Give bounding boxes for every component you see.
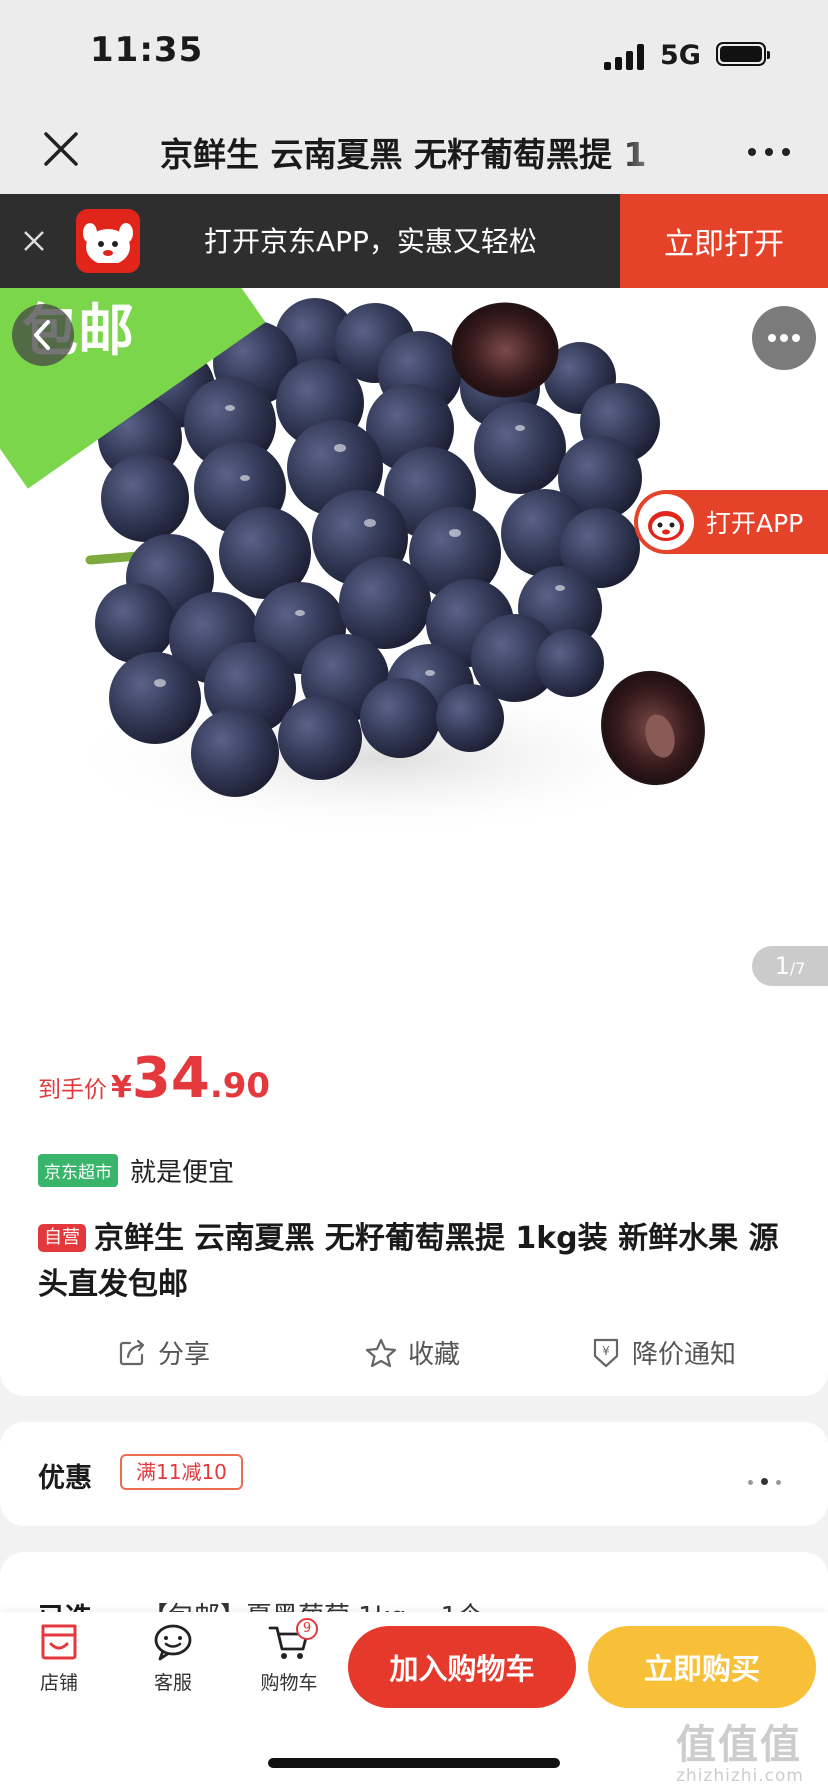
battery-icon	[716, 42, 770, 66]
nav-bar: 京鲜生 云南夏黑 无籽葡萄黑提 1	[0, 108, 828, 194]
price-decimal: .90	[209, 1066, 271, 1106]
share-button[interactable]: 分享	[116, 1334, 210, 1371]
banner-close-icon[interactable]	[20, 222, 48, 258]
buy-now-button[interactable]: 立即购买	[588, 1626, 816, 1708]
jd-supermarket-badge: 京东超市	[38, 1154, 118, 1187]
favorite-label: 收藏	[408, 1340, 461, 1370]
open-app-button[interactable]: 立即打开	[620, 194, 828, 288]
gallery-more-button[interactable]	[752, 306, 816, 370]
cart-label: 购物车	[260, 1672, 318, 1694]
open-app-label: 打开APP	[706, 509, 804, 538]
svg-text:¥: ¥	[602, 1344, 610, 1358]
store-label: 店铺	[39, 1672, 78, 1694]
cellular-signal-icon	[604, 42, 648, 70]
product-title-text: 京鲜生 云南夏黑 无籽葡萄黑提 1kg装 新鲜水果 源头直发包邮	[38, 1221, 779, 1302]
star-icon	[365, 1338, 397, 1367]
price-currency: ¥	[111, 1070, 132, 1105]
page-current: 1	[774, 952, 790, 980]
price-row: 到手价 ¥34.90	[38, 1046, 270, 1111]
more-options-icon[interactable]	[744, 132, 794, 172]
product-info-card: 到手价 ¥34.90 京东超市 就是便宜 自营 京鲜生 云南夏黑 无籽葡萄黑提 1k…	[0, 1010, 828, 1396]
open-app-floating-button[interactable]: 打开APP	[634, 490, 828, 554]
product-actions: 分享 收藏 ¥ 降价通知	[0, 1334, 828, 1384]
home-indicator[interactable]	[268, 1758, 560, 1768]
back-button[interactable]	[12, 304, 74, 366]
cart-button[interactable]: 购物车 9	[244, 1618, 334, 1695]
store-slogan: 就是便宜	[130, 1158, 235, 1188]
store-row: 京东超市 就是便宜	[38, 1152, 234, 1189]
close-icon[interactable]	[40, 128, 82, 170]
site-watermark: 值值值	[676, 1722, 802, 1768]
add-to-cart-button[interactable]: 加入购物车	[348, 1626, 576, 1708]
chat-bubble-icon	[154, 1624, 192, 1661]
promotion-label: 优惠	[38, 1463, 92, 1494]
cart-count-badge: 9	[296, 1618, 318, 1640]
battery-level	[720, 46, 762, 62]
store-icon	[41, 1624, 77, 1660]
price-integer: 34	[131, 1046, 210, 1111]
store-button[interactable]: 店铺	[14, 1622, 104, 1695]
bottom-toolbar: 店铺 客服 购物车 9 加入购物车 立即购买 值值值 zhizhizhi.com	[0, 1612, 828, 1792]
image-page-indicator: 1/7	[752, 946, 828, 986]
customer-service-button[interactable]: 客服	[128, 1622, 218, 1695]
more-dots-icon[interactable]	[748, 1470, 789, 1489]
product-title: 自营 京鲜生 云南夏黑 无籽葡萄黑提 1kg装 新鲜水果 源头直发包邮	[38, 1216, 798, 1308]
price-alert-label: 降价通知	[632, 1340, 737, 1370]
page-title: 京鲜生 云南夏黑 无籽葡萄黑提 1	[160, 135, 647, 174]
status-time: 11:35	[90, 30, 204, 70]
network-type: 5G	[660, 40, 701, 71]
app-download-banner: 打开京东APP，实惠又轻松 立即打开	[0, 194, 828, 288]
self-operated-badge: 自营	[38, 1224, 86, 1252]
price-alert-button[interactable]: ¥ 降价通知	[590, 1334, 736, 1371]
customer-service-label: 客服	[153, 1672, 192, 1694]
share-label: 分享	[158, 1340, 211, 1370]
status-bar: 11:35 5G	[0, 0, 828, 108]
favorite-button[interactable]: 收藏	[364, 1334, 460, 1371]
price-tag-icon: ¥	[593, 1338, 619, 1367]
site-watermark-url: zhizhizhi.com	[676, 1766, 804, 1786]
chevron-left-icon	[34, 320, 50, 350]
product-image-gallery[interactable]: 包邮 打开APP 1/7	[0, 288, 828, 1010]
coupon-tag: 满11减10	[120, 1454, 243, 1490]
more-dots-icon	[768, 334, 800, 342]
price-label: 到手价	[38, 1077, 107, 1103]
share-icon	[119, 1339, 145, 1365]
jd-mascot-icon	[638, 494, 694, 550]
page-total: /7	[789, 959, 806, 978]
banner-text: 打开京东APP，实惠又轻松	[204, 225, 537, 258]
jd-logo-icon	[76, 209, 140, 273]
promotion-row[interactable]: 优惠 满11减10	[0, 1422, 828, 1526]
